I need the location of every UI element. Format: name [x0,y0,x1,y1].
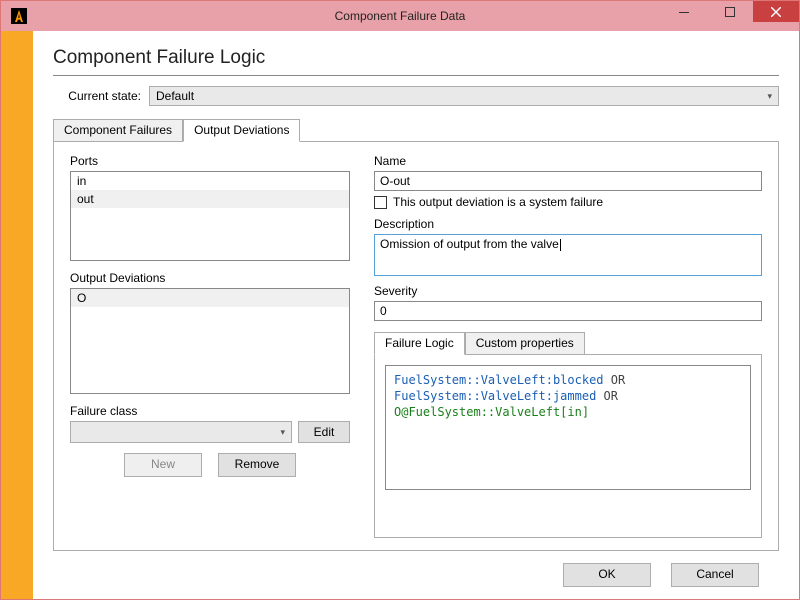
page-title: Component Failure Logic [53,47,779,69]
tab-component-failures[interactable]: Component Failures [53,119,183,142]
divider [53,75,779,76]
title-bar[interactable]: Component Failure Data [1,1,799,31]
edit-button[interactable]: Edit [298,421,350,443]
system-failure-checkbox[interactable] [374,196,387,209]
output-deviations-label: Output Deviations [70,271,350,285]
description-label: Description [374,217,762,231]
failure-class-dropdown[interactable]: ▾ [70,421,292,443]
current-state-value: Default [156,89,194,103]
maximize-button[interactable] [707,1,753,22]
close-button[interactable] [753,1,799,22]
tab-custom-properties[interactable]: Custom properties [465,332,585,355]
new-button[interactable]: New [124,453,202,477]
window-controls [661,1,799,31]
list-item[interactable]: O [71,289,349,307]
ports-listbox[interactable]: in out [70,171,350,261]
name-label: Name [374,154,762,168]
current-state-dropdown[interactable]: Default ▾ [149,86,779,106]
cancel-button[interactable]: Cancel [671,563,759,587]
minimize-button[interactable] [661,1,707,22]
remove-button[interactable]: Remove [218,453,296,477]
dialog-window: Component Failure Data Component Failure… [0,0,800,600]
chevron-down-icon: ▾ [767,91,772,102]
failure-logic-textarea[interactable]: FuelSystem::ValveLeft:blocked OR FuelSys… [385,365,751,490]
ok-button[interactable]: OK [563,563,651,587]
list-item[interactable]: in [71,172,349,190]
tab-output-deviations[interactable]: Output Deviations [183,119,300,142]
tab-failure-logic[interactable]: Failure Logic [374,332,465,355]
name-input[interactable] [374,171,762,191]
severity-input[interactable] [374,301,762,321]
chevron-down-icon: ▾ [280,427,285,438]
description-textarea[interactable]: Omission of output from the valve [374,234,762,276]
severity-label: Severity [374,284,762,298]
main-tabs: Component Failures Output Deviations [53,118,779,141]
side-accent-bar [1,31,33,599]
ports-label: Ports [70,154,350,168]
current-state-label: Current state: [53,89,149,103]
app-icon [7,4,31,28]
list-item[interactable]: out [71,190,349,208]
system-failure-label: This output deviation is a system failur… [393,195,603,209]
failure-class-label: Failure class [70,404,350,418]
output-deviations-listbox[interactable]: O [70,288,350,394]
